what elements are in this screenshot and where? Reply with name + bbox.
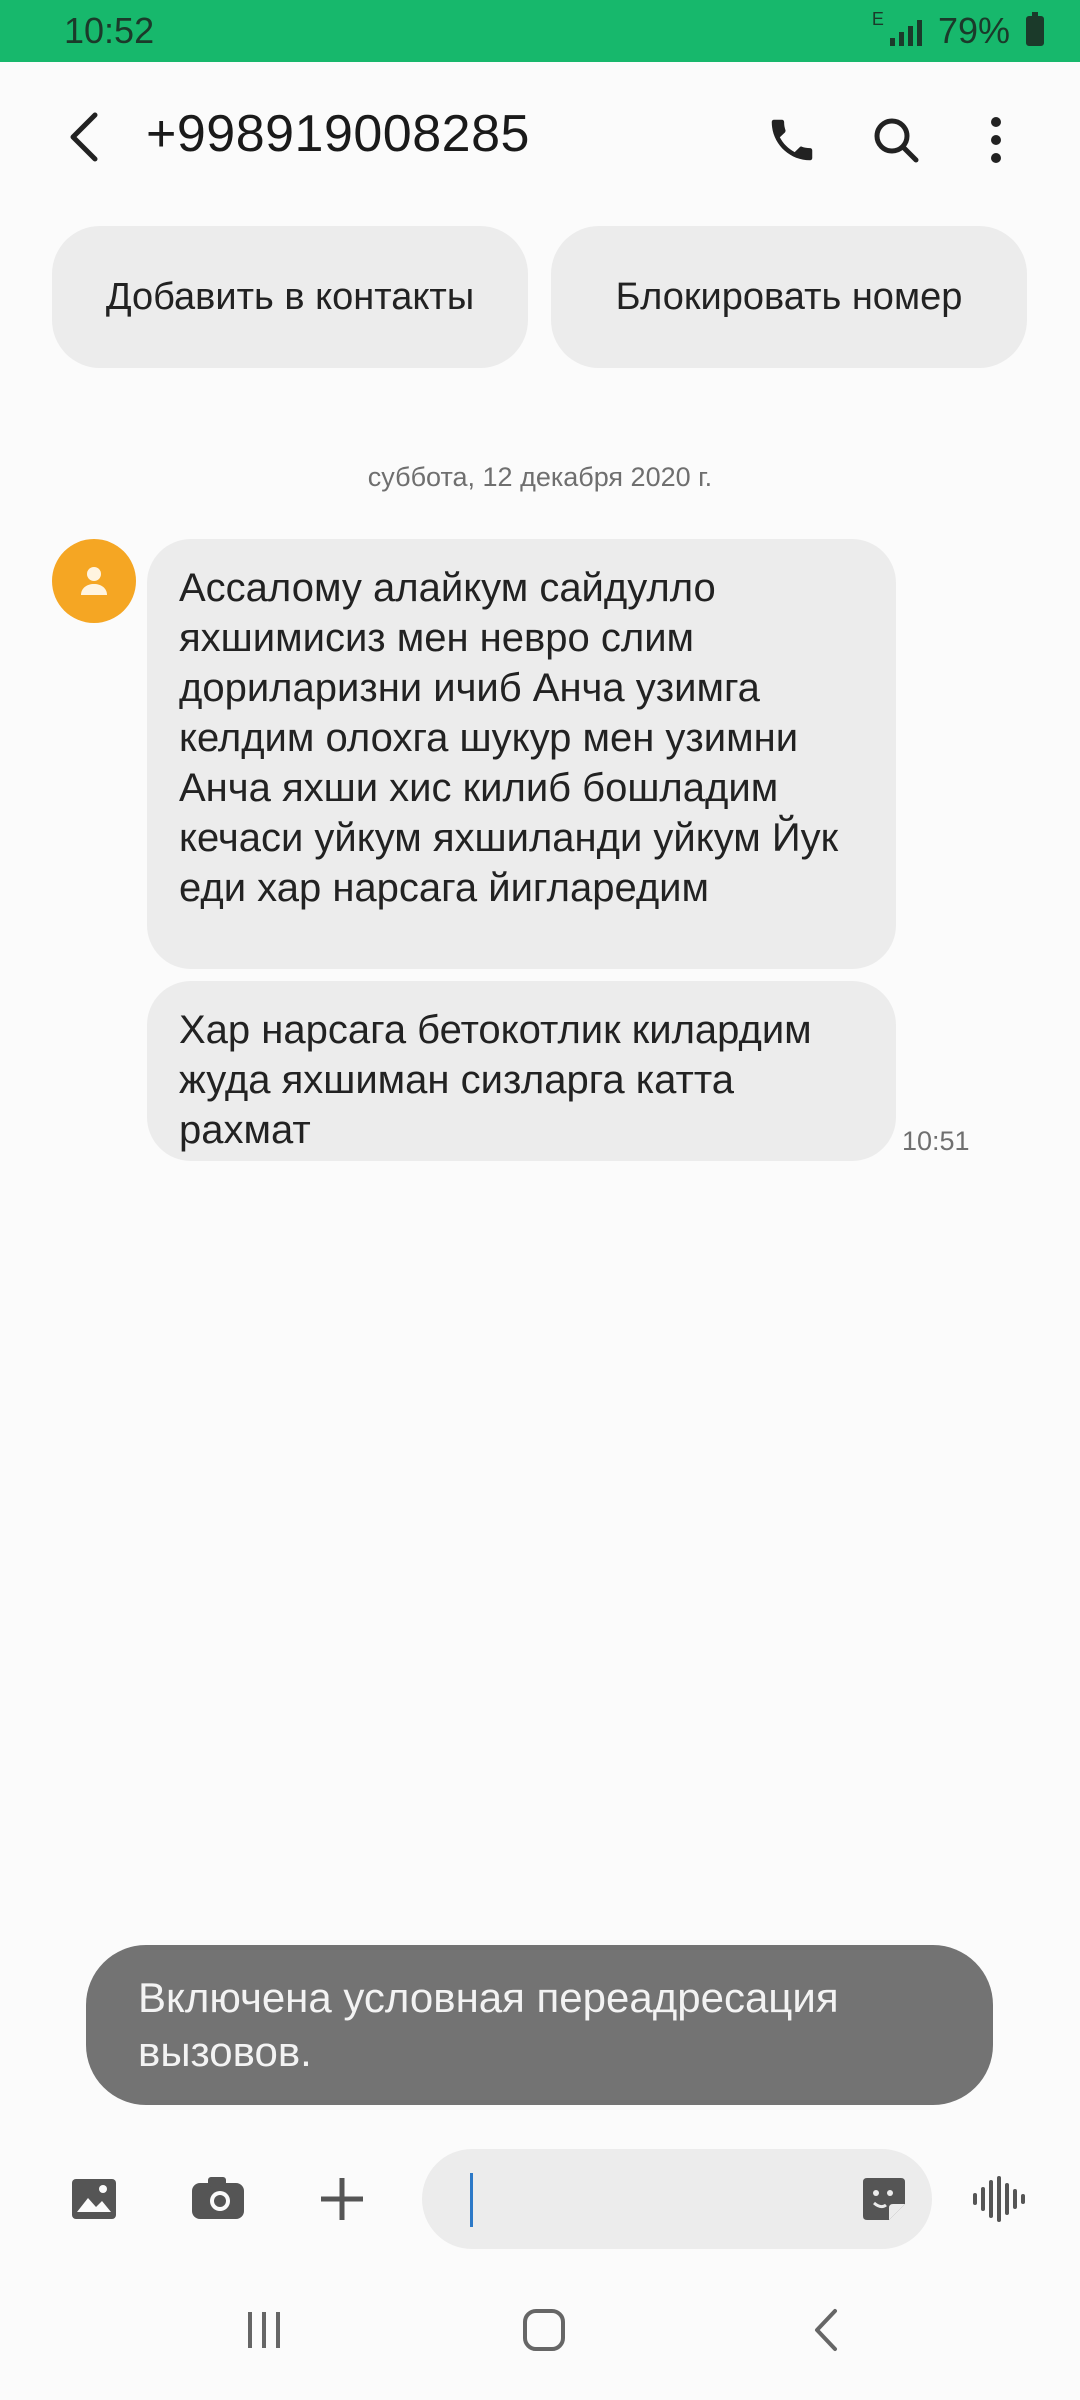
phone-icon — [771, 119, 813, 161]
plus-icon — [321, 2178, 363, 2220]
nav-back-icon — [815, 2309, 837, 2351]
status-indicators: E 79% — [871, 8, 1044, 52]
signal-icon — [889, 16, 922, 46]
recents-button[interactable] — [224, 2300, 304, 2360]
battery-percent: 79% — [937, 10, 1010, 51]
message-time: 10:51 — [902, 1126, 970, 1156]
battery-icon — [1026, 12, 1044, 46]
network-type: E — [871, 8, 884, 29]
app-bar: +998919008285 — [0, 62, 1080, 212]
message-bubble[interactable]: Ассалому алайкум сайдулло яхшимисиз мен … — [147, 539, 896, 969]
home-button[interactable] — [504, 2300, 584, 2360]
toast-message: Включена условная переадресация вызовов. — [86, 1945, 993, 2105]
add-to-contacts-button[interactable]: Добавить в контакты — [52, 226, 528, 368]
block-number-button[interactable]: Блокировать номер — [551, 226, 1027, 368]
search-button[interactable] — [858, 102, 934, 178]
text-cursor — [470, 2173, 473, 2227]
composer-bar — [0, 2145, 1080, 2255]
sticker-button[interactable] — [854, 2169, 914, 2229]
status-time: 10:52 — [64, 10, 155, 51]
date-separator: суббота, 12 декабря 2020 г. — [367, 462, 713, 492]
sticker-icon — [863, 2178, 905, 2220]
back-button[interactable] — [50, 102, 120, 172]
voice-record-button[interactable] — [966, 2167, 1030, 2231]
search-icon — [874, 118, 919, 163]
voice-wave-icon — [973, 2176, 1025, 2222]
call-button[interactable] — [754, 102, 830, 178]
more-options-button[interactable] — [960, 102, 1032, 178]
attach-button[interactable] — [310, 2167, 374, 2231]
status-bar: 10:52 E 79% — [0, 0, 1080, 62]
gallery-icon — [72, 2179, 116, 2219]
message-bubble[interactable]: Хар нарсага бетокотлик килардим жуда яхш… — [147, 981, 896, 1161]
recents-icon — [248, 2312, 280, 2348]
camera-button[interactable] — [186, 2167, 250, 2231]
back-arrow-icon — [70, 112, 98, 162]
nav-back-button[interactable] — [786, 2300, 866, 2360]
navigation-bar — [0, 2260, 1080, 2400]
camera-icon — [192, 2177, 244, 2219]
home-icon — [523, 2309, 565, 2351]
avatar[interactable] — [52, 539, 136, 623]
message-input[interactable] — [422, 2149, 932, 2249]
person-icon — [81, 567, 107, 595]
more-vert-icon — [991, 117, 1001, 163]
gallery-button[interactable] — [62, 2167, 126, 2231]
conversation-title: +998919008285 — [146, 105, 530, 163]
